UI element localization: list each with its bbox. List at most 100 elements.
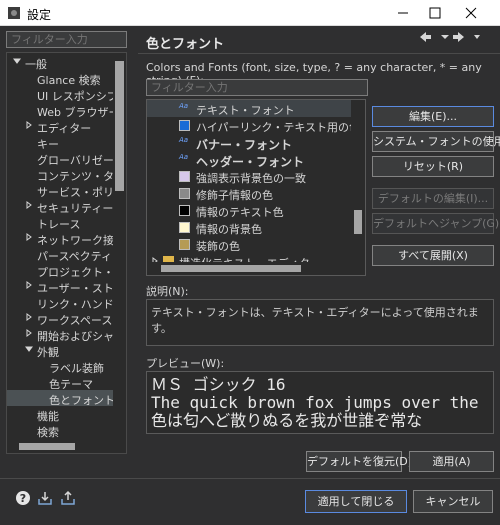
go-to-default-button[interactable]: デフォルトへジャンプ(G) — [372, 213, 499, 234]
sidebar-item[interactable]: セキュリティー — [7, 198, 117, 215]
minimize-button[interactable] — [386, 2, 420, 24]
collapsed-chevron-icon[interactable] — [25, 233, 33, 241]
sidebar-item[interactable]: UI レスポンシブ・モ — [7, 86, 126, 103]
app-icon — [8, 7, 20, 19]
description-text: テキスト・フォントは、テキスト・エディターによって使用されます。 — [146, 299, 494, 346]
expanded-chevron-icon[interactable] — [13, 57, 21, 65]
collapsed-chevron-icon[interactable] — [25, 329, 33, 337]
sidebar-item[interactable]: 検索 — [7, 422, 117, 439]
color-swatch-icon — [179, 205, 190, 216]
font-color-item[interactable]: 強調表示背景色の一致 — [147, 168, 357, 185]
font-color-item[interactable]: 装飾の色 — [147, 236, 357, 253]
font-color-item-label: 装飾の色 — [196, 240, 240, 253]
expanded-chevron-icon[interactable] — [25, 345, 33, 353]
font-color-item-label: テキスト・フォント — [196, 104, 295, 117]
font-icon: Aa — [179, 102, 189, 110]
collapsed-chevron-icon[interactable] — [25, 281, 33, 289]
sidebar-item[interactable]: ワークスペース — [7, 310, 117, 327]
font-color-item-label: ハイパーリンク・テキスト用の色 — [196, 121, 361, 134]
fonts-hscrollbar[interactable] — [147, 262, 351, 275]
forward-arrow-icon[interactable] — [452, 30, 466, 44]
fonts-scrollbar[interactable] — [351, 100, 365, 262]
font-color-item[interactable]: Aa ヘッダー・フォント — [147, 151, 357, 169]
svg-text:?: ? — [20, 492, 26, 505]
view-menu-icon[interactable] — [470, 30, 484, 44]
sidebar-item[interactable]: サービス・ポリシー — [7, 182, 126, 199]
import-icon[interactable] — [37, 490, 53, 506]
font-color-item[interactable]: Aa バナー・フォント — [147, 134, 357, 152]
collapsed-chevron-icon[interactable] — [25, 121, 33, 129]
sidebar-item[interactable]: Glance 検索 — [7, 70, 117, 87]
font-color-item-label: 情報のテキスト色 — [196, 206, 284, 219]
preview-line: The quick brown fox jumps over the — [151, 393, 479, 412]
preview-line: ＭＳ ゴシック 16 — [151, 375, 286, 394]
font-color-item[interactable]: 修飾子情報の色 — [147, 185, 357, 202]
reset-button[interactable]: リセット(R) — [372, 156, 494, 177]
font-color-item-label: 強調表示背景色の一致 — [196, 172, 306, 185]
color-swatch-icon — [179, 239, 190, 250]
cancel-button[interactable]: キャンセル — [413, 490, 493, 513]
font-color-item[interactable]: 情報の背景色 — [147, 219, 357, 236]
apply-button[interactable]: 適用(A) — [409, 451, 494, 472]
font-color-item-label: 情報の背景色 — [196, 223, 262, 236]
sidebar-item[interactable]: リンク・ハンドラー — [7, 294, 126, 311]
font-color-item[interactable]: Aa テキスト・フォント — [147, 100, 357, 117]
sidebar-item[interactable]: キー — [7, 134, 117, 151]
sidebar-item[interactable]: トレース — [7, 214, 117, 231]
color-swatch-icon — [179, 188, 190, 199]
font-color-item[interactable]: ハイパーリンク・テキスト用の色 — [147, 117, 361, 134]
header-divider — [138, 53, 500, 54]
font-color-item[interactable]: 情報のテキスト色 — [147, 202, 357, 219]
preview-area: ＭＳ ゴシック 16 The quick brown fox jumps ove… — [146, 371, 494, 434]
sidebar-item[interactable]: ネットワーク接続 — [7, 230, 125, 247]
restore-defaults-button[interactable]: デフォルトを復元(D) — [306, 451, 412, 472]
edit-button[interactable]: 編集(E)... — [372, 106, 494, 127]
collapsed-chevron-icon[interactable] — [25, 201, 33, 209]
page-title: 色とフォント — [146, 37, 225, 52]
edit-default-button[interactable]: デフォルトの編集(I)... — [372, 188, 494, 209]
sidebar-item[interactable]: 外観 — [7, 342, 117, 359]
fonts-scrollbar-thumb[interactable] — [354, 210, 362, 234]
sidebar-item[interactable]: パースペクティブ — [7, 246, 123, 263]
maximize-button[interactable] — [418, 2, 452, 24]
sidebar-item[interactable]: エディター — [7, 118, 117, 135]
close-button[interactable] — [454, 2, 488, 24]
use-system-font-button[interactable]: システム・フォントの使用(U) — [372, 131, 500, 152]
export-icon[interactable] — [60, 490, 76, 506]
expand-all-button[interactable]: すべて展開(X) — [372, 245, 494, 266]
sidebar-scrollbar[interactable] — [113, 53, 126, 440]
sidebar-item[interactable]: プロジェクト・ネーチ — [7, 262, 126, 279]
sidebar-item[interactable]: 開始およびシャットダ — [7, 326, 126, 343]
sidebar-item[interactable]: 機能 — [7, 406, 117, 423]
color-swatch-icon — [179, 120, 190, 131]
fonts-hscrollbar-thumb[interactable] — [161, 265, 301, 272]
preview-label: プレビュー(W): — [146, 357, 225, 370]
apply-and-close-button[interactable]: 適用して閉じる — [305, 490, 407, 513]
dropdown-chevron-icon[interactable] — [438, 30, 452, 44]
sidebar-item[interactable]: コンテンツ・タイプ — [7, 166, 126, 183]
font-icon: Aa — [179, 153, 189, 161]
sidebar-item[interactable]: グローバリゼーション — [7, 150, 126, 167]
sidebar-item[interactable]: 色とフォント — [7, 390, 117, 407]
bottom-divider — [0, 478, 500, 479]
back-arrow-icon[interactable] — [418, 30, 432, 44]
collapsed-chevron-icon[interactable] — [25, 313, 33, 321]
sidebar-scrollbar-thumb[interactable] — [115, 61, 124, 191]
window-title: 設定 — [27, 8, 52, 22]
sidebar-hscrollbar[interactable] — [7, 440, 113, 453]
sidebar-item[interactable]: ラベル装飾 — [7, 358, 117, 375]
help-icon[interactable]: ? — [15, 490, 31, 506]
preview-line: 色は匂へど散りぬるを我が世誰ぞ常な — [151, 411, 423, 430]
fonts-filter-input[interactable] — [146, 79, 368, 96]
sidebar-item[interactable]: 色テーマ — [7, 374, 117, 391]
preference-tree[interactable]: 一般Glance 検索UI レスポンシブ・モWeb ブラウザーエディターキーグロ… — [6, 52, 127, 454]
font-color-item-label: 修飾子情報の色 — [196, 189, 273, 202]
font-icon: Aa — [179, 136, 189, 144]
sidebar-hscrollbar-thumb[interactable] — [19, 443, 75, 450]
sidebar-filter-input[interactable] — [6, 31, 127, 48]
sidebar-item[interactable]: ユーザー・ストレージ — [7, 278, 126, 295]
sidebar-item[interactable]: Web ブラウザー — [7, 102, 119, 119]
color-swatch-icon — [179, 222, 190, 233]
sidebar-item[interactable]: 一般 — [7, 54, 117, 71]
colors-fonts-tree[interactable]: Aa テキスト・フォントハイパーリンク・テキスト用の色 Aa バナー・フォント Aa ヘッ… — [146, 99, 366, 276]
